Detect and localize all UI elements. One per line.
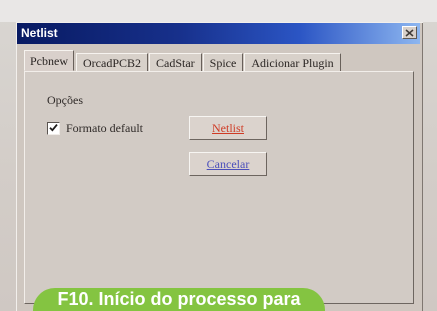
- tab-spice[interactable]: Spice: [202, 53, 244, 71]
- tab-orcadpcb2[interactable]: OrcadPCB2: [76, 53, 148, 71]
- tab-pcbnew[interactable]: Pcbnew: [24, 50, 74, 71]
- tab-bar: Pcbnew OrcadPCB2 CadStar Spice Adicionar…: [24, 50, 342, 71]
- default-format-option[interactable]: Formato default: [47, 121, 143, 135]
- tab-cadstar[interactable]: CadStar: [149, 53, 202, 71]
- pcbnew-panel: Opções Formato default Netlist Cancelar: [24, 71, 414, 304]
- close-icon: [405, 24, 414, 42]
- checkbox-check-icon: [49, 119, 58, 137]
- tab-adicionar-plugin[interactable]: Adicionar Plugin: [244, 53, 341, 71]
- close-button[interactable]: [402, 26, 417, 39]
- cancel-button[interactable]: Cancelar: [189, 152, 267, 176]
- default-format-checkbox[interactable]: [47, 119, 60, 137]
- caption-text: F10. Início do processo para: [57, 289, 301, 309]
- default-format-label: Formato default: [66, 121, 143, 135]
- options-label: Opções: [47, 93, 83, 107]
- netlist-button[interactable]: Netlist: [189, 116, 267, 140]
- caption-banner: F10. Início do processo para: [33, 288, 325, 311]
- netlist-dialog: Netlist Pcbnew OrcadPCB2 CadStar Spice A…: [16, 22, 423, 311]
- window-title: Netlist: [21, 26, 58, 40]
- background-strip: [0, 0, 437, 22]
- title-bar: Netlist: [17, 23, 420, 44]
